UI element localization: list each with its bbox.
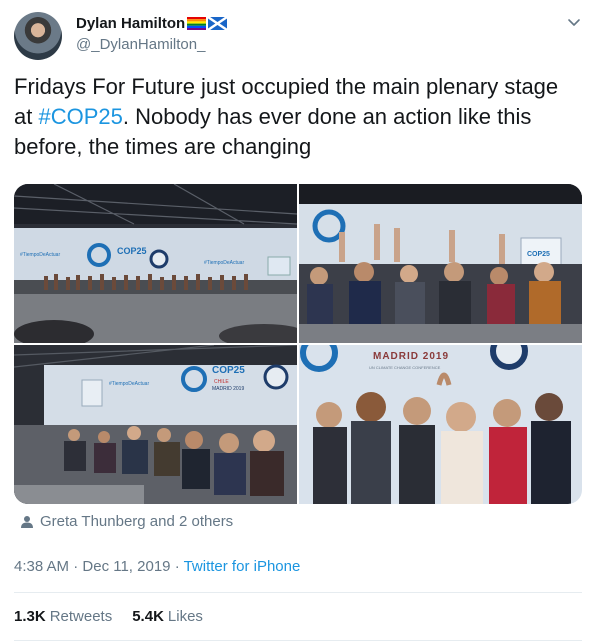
author-handle[interactable]: @_DylanHamilton_	[76, 36, 205, 53]
banner-country: CHILE	[214, 379, 229, 385]
hashtag-link[interactable]: #COP25	[38, 104, 122, 129]
tweet-date[interactable]: Dec 11, 2019	[82, 558, 170, 575]
avatar[interactable]	[14, 12, 62, 60]
author-name-row[interactable]: Dylan Hamilton	[76, 15, 228, 32]
author-display-name[interactable]: Dylan Hamilton	[76, 15, 185, 32]
photo-4[interactable]: MADRID 2019 UN CLIMATE CHANGE CONFERENCE	[299, 345, 582, 504]
photo-3[interactable]: COP25 CHILE MADRID 2019 #TiempoDeActuar	[14, 345, 297, 504]
photo-2[interactable]: COP25	[299, 184, 582, 343]
meta-separator: ·	[174, 558, 180, 575]
tweet-meta: 4:38 AM · Dec 11, 2019 · Twitter for iPh…	[14, 558, 300, 575]
conference-city: MADRID 2019	[373, 351, 449, 362]
tweet-time[interactable]: 4:38 AM	[14, 558, 69, 575]
rainbow-flag-icon	[187, 17, 207, 30]
banner-hashtag-right: #TiempoDeActuar	[204, 260, 244, 266]
conference-subtitle: UN CLIMATE CHANGE CONFERENCE	[369, 365, 441, 370]
banner-title: COP25	[212, 365, 245, 376]
photo-1[interactable]: COP25 #TiempoDeActuar #TiempoDeActuar	[14, 184, 297, 343]
scotland-flag-icon	[208, 17, 228, 30]
meta-separator: ·	[73, 558, 79, 575]
likes-label: Likes	[167, 608, 203, 625]
chevron-down-icon[interactable]	[566, 14, 582, 30]
stage-banner-text: COP25	[117, 246, 147, 256]
screen-banner-text: COP25	[527, 251, 550, 258]
engagement-stats: 1.3K Retweets 5.4K Likes	[14, 608, 203, 625]
tagged-text[interactable]: Greta Thunberg and 2 others	[40, 513, 233, 530]
photo-grid: COP25 #TiempoDeActuar #TiempoDeActuar CO…	[14, 184, 582, 504]
banner-city: MADRID 2019	[212, 386, 244, 392]
person-icon	[21, 515, 33, 528]
banner-hashtag: #TiempoDeActuar	[109, 381, 149, 387]
retweets-label: Retweets	[49, 608, 113, 625]
retweets-count: 1.3K	[14, 608, 46, 625]
likes-stat[interactable]: 5.4K Likes	[132, 608, 203, 625]
tweet-source-link[interactable]: Twitter for iPhone	[184, 558, 301, 575]
tweet-text: Fridays For Future just occupied the mai…	[14, 72, 574, 162]
banner-hashtag-left: #TiempoDeActuar	[20, 252, 60, 258]
tagged-people[interactable]: Greta Thunberg and 2 others	[20, 513, 233, 530]
divider	[14, 640, 582, 641]
retweets-stat[interactable]: 1.3K Retweets	[14, 608, 112, 625]
divider	[14, 592, 582, 593]
likes-count: 5.4K	[132, 608, 164, 625]
